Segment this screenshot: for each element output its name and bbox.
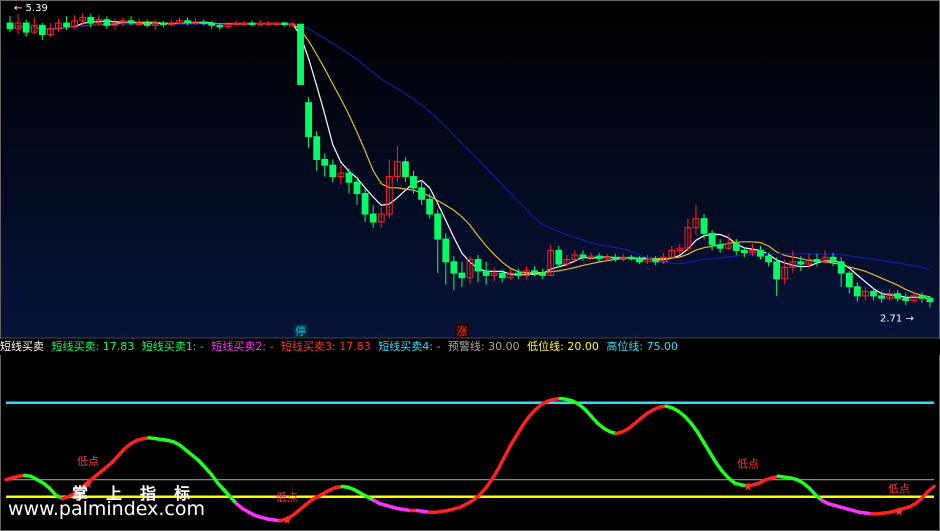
candle-body bbox=[184, 20, 191, 24]
candle-body bbox=[426, 198, 434, 215]
price-high-label: ← 5.39 bbox=[14, 3, 48, 14]
legend-item-1: 短线买卖: 17.83 bbox=[51, 340, 135, 353]
candle-body bbox=[248, 22, 256, 26]
candle-body bbox=[636, 257, 643, 263]
candle-body bbox=[38, 24, 46, 35]
candle-body bbox=[595, 255, 603, 259]
candle-body bbox=[159, 22, 167, 26]
stock-chart: ← 5.392.71 →停涨财跌榜 ★低点★低点★低点★低点 bbox=[0, 0, 940, 531]
low-point-label: 低点 bbox=[77, 455, 99, 468]
candle-body bbox=[216, 24, 224, 28]
legend-item-4: 短线买卖3: 17.83 bbox=[281, 340, 371, 353]
candle-body bbox=[200, 21, 208, 24]
candle-body bbox=[845, 272, 853, 288]
watermark-url: www.palmindex.com bbox=[8, 498, 206, 520]
candle-body bbox=[482, 270, 490, 276]
candle-body bbox=[539, 272, 547, 276]
candle-body bbox=[926, 297, 934, 303]
candle-body bbox=[297, 23, 304, 85]
candle-body bbox=[652, 259, 660, 263]
candle-body bbox=[143, 22, 151, 26]
candle-body bbox=[6, 22, 14, 30]
candle-body bbox=[870, 290, 877, 297]
candle-body bbox=[329, 164, 337, 178]
candle-body bbox=[611, 256, 619, 261]
candle-body bbox=[361, 193, 369, 215]
candle-body bbox=[208, 22, 216, 26]
candle-body bbox=[531, 270, 538, 274]
candle-body bbox=[732, 243, 740, 251]
candle-body bbox=[305, 102, 313, 138]
candle-body bbox=[369, 213, 377, 223]
candle-body bbox=[765, 255, 772, 263]
candle-body bbox=[837, 261, 845, 274]
candle-body bbox=[402, 161, 409, 178]
candle-body bbox=[410, 176, 417, 189]
candle-body bbox=[740, 249, 748, 254]
candle-body bbox=[515, 272, 522, 276]
indicator-name: 短线买卖 bbox=[0, 340, 44, 353]
candle-body bbox=[716, 244, 724, 249]
candle-body bbox=[700, 218, 708, 234]
legend-item-7: 低位线: 20.00 bbox=[527, 340, 599, 353]
legend-item-2: 短线买卖1: - bbox=[141, 340, 204, 353]
tag-label: 涨 bbox=[456, 325, 467, 338]
low-point-star-icon: ★ bbox=[894, 504, 905, 518]
candle-body bbox=[345, 172, 353, 183]
candle-body bbox=[22, 22, 30, 33]
low-point-star-icon: ★ bbox=[282, 513, 293, 527]
candle-body bbox=[853, 286, 861, 297]
candle-body bbox=[280, 22, 288, 26]
candle-body bbox=[103, 19, 111, 26]
candle-body bbox=[813, 259, 821, 263]
indicator-legend: 短线买卖 短线买卖: 17.83 短线买卖1: - 短线买卖2: - 短线买卖3… bbox=[0, 339, 940, 355]
candle-body bbox=[458, 272, 466, 279]
legend-item-8: 高位线: 75.00 bbox=[606, 340, 679, 353]
candle-body bbox=[894, 293, 902, 299]
candle-body bbox=[87, 16, 95, 24]
low-point-label: 低点 bbox=[737, 458, 759, 471]
candle-body bbox=[442, 238, 450, 263]
candle-body bbox=[579, 254, 587, 258]
candle-body bbox=[829, 256, 837, 263]
candle-body bbox=[773, 261, 781, 280]
candle-body bbox=[797, 261, 805, 265]
tag-label: 停 bbox=[295, 324, 306, 338]
candle-body bbox=[708, 232, 716, 246]
candle-body bbox=[63, 22, 70, 27]
candle-body bbox=[450, 261, 458, 274]
candle-body bbox=[918, 295, 926, 299]
candle-body bbox=[902, 297, 910, 301]
low-point-label: 低点 bbox=[888, 482, 910, 495]
low-point-star-icon: ★ bbox=[743, 480, 754, 494]
candle-body bbox=[474, 259, 482, 272]
upper-panel-background bbox=[0, 0, 940, 338]
price-low-label: 2.71 → bbox=[880, 313, 914, 324]
candle-body bbox=[498, 272, 506, 279]
low-point-label: 低点 bbox=[276, 491, 298, 504]
candle-body bbox=[418, 187, 425, 200]
legend-item-6: 预警线: 30.00 bbox=[447, 340, 520, 353]
candle-body bbox=[757, 249, 764, 257]
legend-item-5: 短线买卖4: - bbox=[378, 340, 441, 353]
candle-body bbox=[627, 256, 635, 260]
candle-body bbox=[878, 295, 885, 299]
legend-item-3: 短线买卖2: - bbox=[211, 340, 274, 353]
candle-body bbox=[434, 213, 442, 240]
candle-body bbox=[353, 181, 361, 195]
candle-body bbox=[127, 20, 135, 24]
candle-body bbox=[313, 136, 321, 160]
candle-body bbox=[321, 158, 329, 166]
candle-body bbox=[555, 249, 563, 265]
